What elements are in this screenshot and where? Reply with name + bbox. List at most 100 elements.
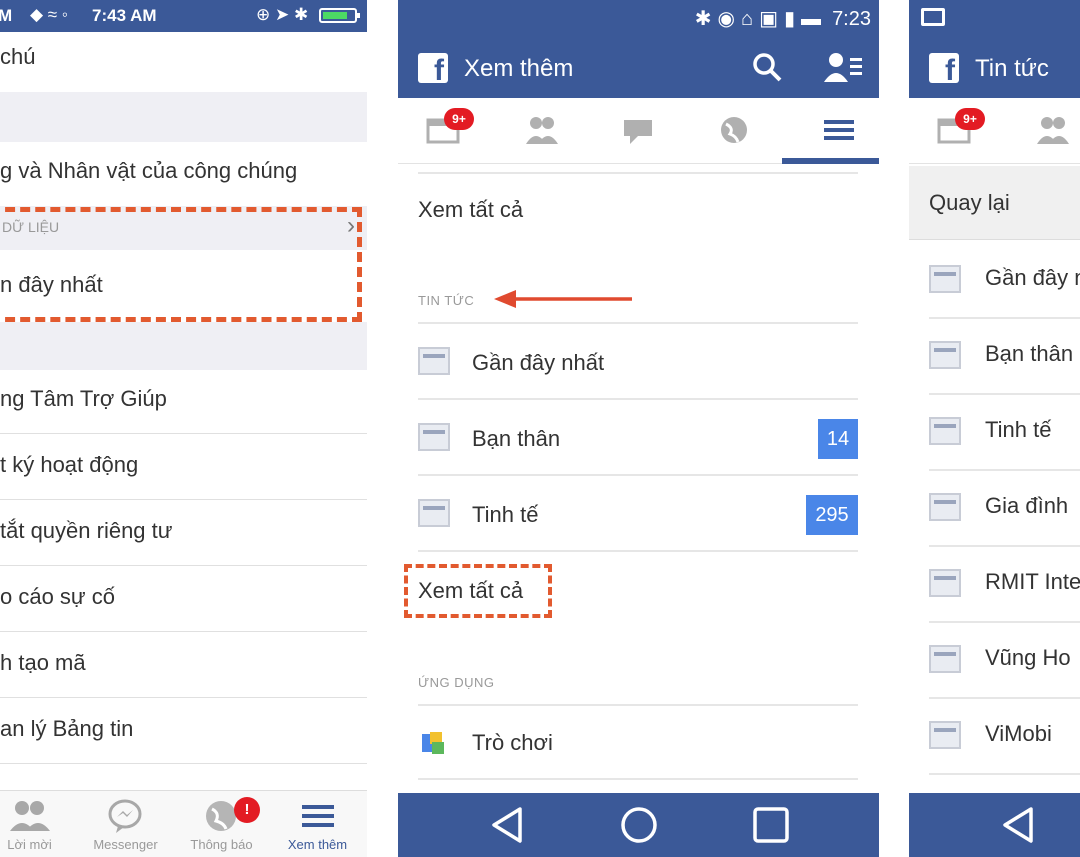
tab-more[interactable]: Xem thêm — [270, 791, 365, 857]
page-title: Tin tức — [975, 55, 1049, 82]
tab-news-feed[interactable]: 9+ — [398, 98, 494, 164]
notification-badge: ! — [234, 797, 260, 823]
feed-item[interactable]: Gần đây nhất — [418, 326, 858, 400]
menu-item-label: h tạo mã — [0, 650, 86, 675]
tab-friend-requests[interactable]: Lời mời — [0, 791, 77, 857]
section-header-news: TIN TỨC — [418, 293, 475, 308]
feed-label: ViMobi — [985, 721, 1052, 746]
app-label: Trò chơi — [472, 730, 553, 755]
status-bar: M ◆ ≈ ◦ 7:43 AM ⊕ ➤ ✱ — [0, 0, 367, 32]
globe-icon — [721, 117, 747, 143]
tab-messages[interactable] — [590, 98, 686, 164]
tab-notifications[interactable] — [686, 98, 782, 164]
feed-item[interactable]: Bạn thân 14 — [418, 402, 858, 476]
tab-more[interactable] — [782, 98, 879, 164]
feed-label: Bạn thân — [472, 426, 561, 451]
feed-item[interactable]: Gần đây n — [929, 243, 1080, 319]
menu-item[interactable]: an lý Bảng tin — [0, 716, 367, 764]
menu-item[interactable]: tắt quyền riêng tư — [0, 518, 367, 566]
menu-item-label: tắt quyền riêng tư — [0, 518, 173, 543]
count-badge: 295 — [806, 495, 858, 535]
highlight-box — [404, 564, 552, 618]
wifi-icon: ◆ ≈ ◦ — [30, 5, 68, 24]
feed-label: Bạn thân — [985, 341, 1074, 366]
chat-icon — [624, 120, 652, 144]
lock-rotation-icon: ⊕ — [256, 5, 271, 24]
battery-icon — [319, 8, 360, 24]
search-icon[interactable] — [750, 50, 786, 86]
android-screen-feeds: f Tin tức 9+ Quay lại Gần đây n Bạn thân… — [909, 0, 1080, 857]
feed-item[interactable]: RMIT Inte — [929, 547, 1080, 623]
notification-icon — [921, 8, 945, 26]
feed-item[interactable]: Bạn thân — [929, 319, 1080, 395]
feed-label: Gần đây n — [985, 265, 1080, 290]
feed-label: Vũng Ho — [985, 645, 1071, 670]
home-icon[interactable] — [614, 803, 664, 847]
feed-list-icon — [418, 499, 450, 527]
feed-label: Gia đình — [985, 493, 1069, 518]
section-gap — [0, 92, 367, 142]
feed-label: RMIT Inte — [985, 569, 1080, 594]
feed-item[interactable]: Gia đình — [929, 471, 1080, 547]
menu-item[interactable]: o cáo sự cố — [0, 584, 367, 632]
feed-badge: 9+ — [444, 108, 474, 130]
tab-strip: 9+ — [398, 98, 879, 164]
clock: 7:23 — [832, 8, 871, 30]
tab-friends[interactable] — [494, 98, 590, 164]
feed-list-icon — [929, 569, 961, 597]
app-item-games[interactable]: Trò chơi — [418, 706, 858, 780]
highlight-box — [0, 207, 362, 322]
feed-label: Tinh tế — [472, 502, 539, 527]
arrow-left-icon — [494, 290, 632, 308]
ios-screen: M ◆ ≈ ◦ 7:43 AM ⊕ ➤ ✱ chú g và Nhân vật … — [0, 0, 367, 857]
menu-item-label: an lý Bảng tin — [0, 716, 134, 741]
divider — [418, 322, 858, 324]
menu-item[interactable]: g và Nhân vật của công chúng — [0, 158, 367, 184]
menu-item[interactable]: h tạo mã — [0, 650, 367, 698]
tab-strip: 9+ — [909, 98, 1080, 164]
back-label: Quay lại — [929, 190, 1010, 215]
menu-item[interactable]: ng Tâm Trợ Giúp — [0, 386, 367, 434]
divider — [418, 172, 858, 174]
menu-item-label: ng Tâm Trợ Giúp — [0, 386, 167, 411]
status-right: ⊕ ➤ ✱ — [256, 5, 360, 25]
location-icon: ➤ — [275, 5, 290, 24]
page-title: Xem thêm — [464, 55, 574, 82]
tab-news-feed[interactable]: 9+ — [909, 98, 1005, 164]
feed-label: Tinh tế — [985, 417, 1052, 442]
back-icon[interactable] — [995, 803, 1045, 847]
feed-item[interactable]: Vũng Ho — [929, 623, 1080, 699]
friends-icon — [526, 117, 558, 144]
feed-list-icon — [929, 265, 961, 293]
menu-item-label: o cáo sự cố — [0, 584, 116, 609]
menu-icon — [824, 120, 854, 140]
app-bar: f Tin tức — [909, 38, 1080, 98]
see-all-label: Xem tất cả — [418, 197, 524, 222]
tab-notifications[interactable]: ! Thông báo — [174, 791, 269, 857]
menu-item[interactable]: t ký hoạt động — [0, 452, 367, 500]
back-row[interactable]: Quay lại — [909, 166, 1080, 240]
back-icon[interactable] — [484, 803, 534, 847]
feed-item[interactable]: Tinh tế — [929, 395, 1080, 471]
section-gap — [0, 322, 367, 370]
tab-friends[interactable] — [1005, 98, 1080, 164]
friend-requests-icon[interactable] — [824, 50, 864, 86]
status-bar: ✱◉⌂▣▮▬ 7:23 — [398, 0, 879, 38]
see-all-link[interactable]: Xem tất cả — [418, 197, 858, 223]
feed-list-icon — [929, 341, 961, 369]
status-icons: ✱◉⌂▣▮▬ — [694, 8, 827, 30]
feed-item[interactable]: Tinh tế 295 — [418, 478, 858, 552]
friends-icon — [1037, 117, 1069, 144]
feed-item[interactable]: ViMobi — [929, 699, 1080, 775]
feed-badge: 9+ — [955, 108, 985, 130]
section-header-apps: ỨNG DỤNG — [418, 675, 495, 690]
status-bar — [909, 0, 1080, 38]
menu-item-label: t ký hoạt động — [0, 452, 139, 477]
menu-item-label: chú — [0, 44, 36, 69]
feed-label: Gần đây nhất — [472, 350, 605, 375]
menu-item[interactable]: chú — [0, 44, 367, 70]
recents-icon[interactable] — [746, 803, 796, 847]
tab-messenger[interactable]: Messenger — [78, 791, 173, 857]
count-badge: 14 — [818, 419, 858, 459]
carrier-text: M — [0, 6, 13, 25]
